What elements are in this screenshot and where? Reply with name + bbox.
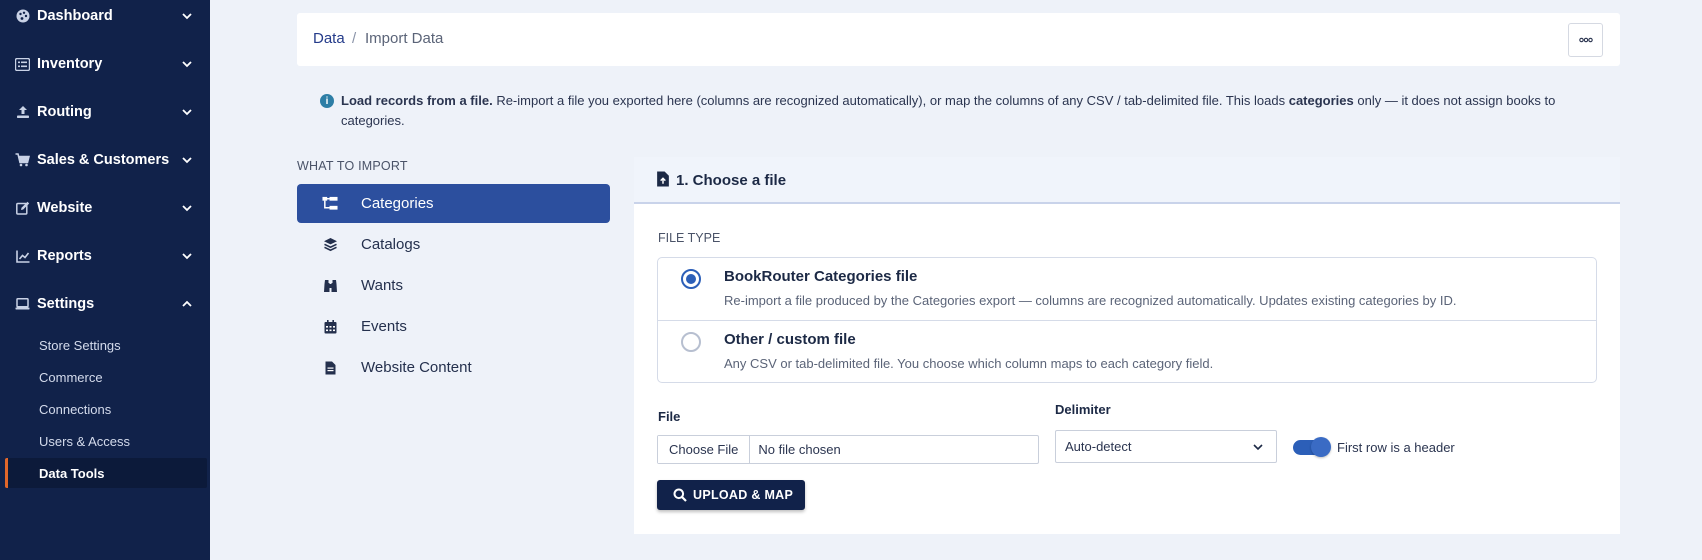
calendar-icon <box>322 319 338 335</box>
sidebar-item-sales-customers[interactable]: Sales & Customers <box>0 140 210 180</box>
file-input[interactable]: Choose File No file chosen <box>657 435 1039 464</box>
chevron-down-icon <box>182 61 192 68</box>
card-header: 1. Choose a file <box>634 157 1620 204</box>
import-type-catalogs[interactable]: Catalogs <box>297 225 610 264</box>
sidebar-item-inventory[interactable]: Inventory <box>0 44 210 84</box>
delimiter-select[interactable]: Auto-detect <box>1055 430 1277 463</box>
info-lead: Load records from a file. <box>341 93 493 108</box>
sidebar-item-reports[interactable]: Reports <box>0 236 210 276</box>
palette-icon <box>15 9 30 24</box>
file-type-option-custom[interactable]: Other / custom file Any CSV or tab-delim… <box>658 320 1596 382</box>
sidebar-item-website[interactable]: Website <box>0 188 210 228</box>
radio-bookrouter[interactable] <box>681 269 701 289</box>
chart-icon <box>15 249 30 264</box>
chevron-up-icon <box>182 300 192 307</box>
import-type-events[interactable]: Events <box>297 307 610 346</box>
sidebar-subitem-commerce[interactable]: Commerce <box>5 362 207 392</box>
delimiter-value: Auto-detect <box>1065 439 1132 454</box>
sidebar-item-label: Website <box>37 200 93 216</box>
ellipsis-icon <box>1578 37 1593 43</box>
sidebar-item-label: Dashboard <box>37 8 113 24</box>
file-status: No file chosen <box>758 442 841 457</box>
info-bold-word: categories <box>1288 93 1354 108</box>
file-type-options: BookRouter Categories file Re-import a f… <box>657 257 1597 383</box>
import-type-label: Categories <box>361 195 434 212</box>
import-type-label: Catalogs <box>361 236 421 253</box>
card-title: 1. Choose a file <box>676 172 787 189</box>
sidebar-item-label: Sales & Customers <box>37 152 170 168</box>
file-label: File <box>658 409 681 424</box>
header-row-toggle-label: First row is a header <box>1337 440 1455 455</box>
sidebar-item-routing[interactable]: Routing <box>0 92 210 132</box>
breadcrumb-separator: / <box>352 30 357 47</box>
sidebar: Dashboard Inventory Routing Sales & Cust… <box>0 0 210 560</box>
sidebar-item-label: Routing <box>37 104 92 120</box>
info-icon: i <box>320 94 334 108</box>
upload-map-label: UPLOAD & MAP <box>693 488 794 502</box>
import-type-website-content[interactable]: Website Content <box>297 348 610 387</box>
sidebar-subitem-data-tools[interactable]: Data Tools <box>5 458 207 488</box>
upload-icon <box>15 105 30 120</box>
breadcrumb-current: Import Data <box>365 30 444 47</box>
option-title: BookRouter Categories file <box>724 268 918 285</box>
chevron-down-icon <box>182 157 192 164</box>
list-icon <box>15 57 30 72</box>
import-type-categories[interactable]: Categories <box>297 184 610 223</box>
chevron-down-icon <box>182 253 192 260</box>
cart-icon <box>15 153 30 168</box>
sidebar-item-settings[interactable]: Settings <box>0 284 210 324</box>
upload-map-button[interactable]: UPLOAD & MAP <box>657 480 805 510</box>
import-type-label: Events <box>361 318 407 335</box>
sidebar-item-dashboard[interactable]: Dashboard <box>0 0 210 36</box>
sidebar-subitem-users-access[interactable]: Users & Access <box>5 426 207 456</box>
more-options-button[interactable] <box>1568 23 1603 57</box>
import-type-wants[interactable]: Wants <box>297 266 610 305</box>
document-icon <box>322 360 338 376</box>
info-text-1: Re-import a file you exported here (colu… <box>492 93 1289 108</box>
toggle-knob <box>1311 437 1331 457</box>
search-icon <box>673 488 687 502</box>
breadcrumb-link-data[interactable]: Data <box>313 30 345 47</box>
file-type-label: FILE TYPE <box>658 231 721 245</box>
chevron-down-icon <box>182 13 192 20</box>
delimiter-label: Delimiter <box>1055 402 1111 417</box>
sidebar-item-label: Reports <box>37 248 92 264</box>
chevron-down-icon <box>182 109 192 116</box>
sidebar-item-label: Inventory <box>37 56 103 72</box>
file-upload-icon <box>657 171 669 187</box>
info-message: Load records from a file. Re-import a fi… <box>341 91 1611 131</box>
radio-custom[interactable] <box>681 332 701 352</box>
chevron-down-icon <box>182 205 192 212</box>
choose-file-card: 1. Choose a file FILE TYPE BookRouter Ca… <box>634 157 1620 534</box>
edit-icon <box>15 201 30 216</box>
option-description: Any CSV or tab-delimited file. You choos… <box>724 356 1214 371</box>
option-description: Re-import a file produced by the Categor… <box>724 293 1457 308</box>
layers-icon <box>322 237 338 253</box>
breadcrumb: Data / Import Data <box>297 13 1620 66</box>
choose-file-button[interactable]: Choose File <box>658 436 751 463</box>
option-title: Other / custom file <box>724 331 856 348</box>
file-type-option-bookrouter[interactable]: BookRouter Categories file Re-import a f… <box>658 258 1596 320</box>
sidebar-item-label: Settings <box>37 296 95 312</box>
header-row-toggle[interactable] <box>1293 437 1331 457</box>
laptop-icon <box>15 297 30 312</box>
sitemap-icon <box>322 196 338 212</box>
what-to-import-title: WHAT TO IMPORT <box>297 159 408 173</box>
sidebar-subitem-connections[interactable]: Connections <box>5 394 207 424</box>
binoculars-icon <box>322 278 338 294</box>
chevron-down-icon <box>1253 444 1263 451</box>
import-type-label: Wants <box>361 277 403 294</box>
sidebar-subitem-store-settings[interactable]: Store Settings <box>5 330 207 360</box>
import-type-label: Website Content <box>361 359 472 376</box>
